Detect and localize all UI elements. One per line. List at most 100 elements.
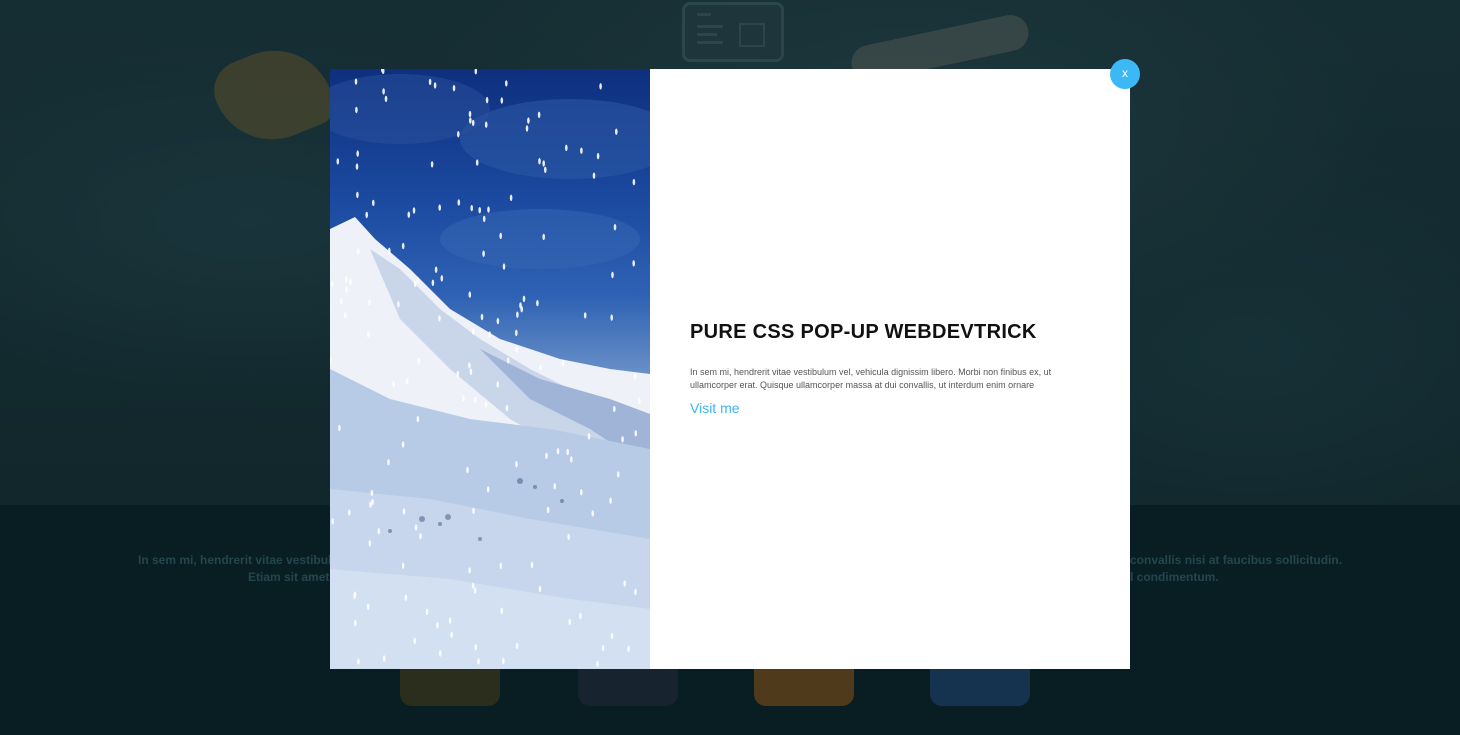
snowflake [502, 657, 505, 665]
snowflake [353, 592, 356, 600]
snowflake [592, 172, 596, 179]
snowflake [611, 271, 614, 279]
snowflake [402, 508, 406, 515]
snowflake [469, 368, 473, 375]
snowflake [519, 302, 522, 309]
snowflake [405, 377, 409, 385]
snowflake [367, 331, 370, 338]
snowflake [545, 452, 548, 459]
snowflake [499, 232, 502, 240]
snowflake [474, 69, 478, 75]
snowflake [601, 644, 605, 652]
snowflake [509, 194, 513, 201]
snowflake [613, 405, 616, 413]
snowflake [567, 533, 570, 541]
snowflake [475, 159, 479, 166]
snowflake [591, 510, 594, 517]
snowflake [580, 147, 583, 154]
snowflake [474, 644, 478, 651]
visit-me-link[interactable]: Visit me [690, 400, 740, 416]
snowflake [478, 207, 481, 214]
snowflake [570, 456, 573, 463]
snowflake [354, 619, 357, 627]
snowflake [539, 364, 542, 371]
snowflake [471, 582, 475, 589]
snowflake [414, 524, 418, 531]
snowflake [561, 360, 565, 367]
snowflake [381, 69, 385, 74]
snowflake [500, 97, 504, 104]
snowflake [538, 158, 541, 165]
snowflake [553, 483, 557, 490]
snowflake [530, 561, 534, 569]
snowflake [623, 580, 626, 587]
snowflake [354, 78, 358, 85]
snowflake [634, 588, 637, 595]
snowflake [487, 206, 490, 213]
snowflake [392, 381, 395, 388]
snowflake [356, 248, 360, 255]
snowflake [370, 489, 374, 497]
snowflake [457, 199, 461, 206]
snowflake [377, 528, 381, 535]
snowflake [499, 562, 503, 569]
snowflake [387, 459, 390, 466]
snowflake [407, 211, 411, 218]
snowflake [621, 436, 624, 443]
snowflake [368, 299, 371, 306]
snowflake [355, 106, 358, 114]
snowflake [438, 315, 441, 322]
snowflake [616, 471, 620, 478]
snowflake [357, 658, 360, 665]
snowflake [438, 204, 441, 211]
close-button[interactable]: x [1110, 59, 1140, 89]
snowflake [401, 562, 405, 569]
snowflake [634, 430, 638, 437]
snowflake [505, 404, 509, 412]
snowflake [496, 381, 499, 388]
snowflake [331, 518, 334, 525]
snowflake [413, 637, 417, 645]
snowflake [473, 587, 477, 594]
snowflake [596, 152, 600, 160]
snowflake [537, 111, 541, 118]
snowflake [469, 117, 472, 124]
snowflake [613, 224, 617, 231]
snowy-mountain-image [330, 69, 650, 669]
snowflake [632, 260, 635, 267]
snowflake [470, 204, 473, 212]
snowflake [439, 650, 442, 657]
snowflake [404, 594, 408, 601]
snowflake [382, 655, 386, 662]
popup-description: In sem mi, hendrerit vitae vestibulum ve… [690, 366, 1052, 390]
snowflake [522, 295, 526, 302]
snowflake [484, 401, 488, 408]
snowflake [371, 498, 374, 506]
snowflake [609, 497, 612, 504]
snowflake [505, 80, 508, 87]
snowflake [416, 415, 420, 423]
snowflake [472, 328, 475, 335]
snowflake [615, 128, 618, 135]
snowflake [430, 161, 434, 168]
snowflake [431, 279, 435, 286]
snowflake [372, 199, 375, 207]
snowflake [485, 96, 489, 104]
snowflake [462, 394, 465, 402]
snowflake [486, 486, 490, 493]
snowflake [542, 233, 545, 241]
snowflake [480, 313, 484, 321]
snowflake [468, 110, 472, 118]
snowflake [596, 660, 599, 668]
snowflake [468, 362, 471, 369]
snowflake [468, 291, 472, 298]
snowflake [515, 461, 518, 468]
snowflake [544, 166, 547, 173]
popup-content: PURE CSS POP-UP WEBDEVTRICK In sem mi, h… [650, 69, 1130, 669]
snowflake [344, 276, 348, 283]
snowflake [436, 622, 439, 629]
snowflake [610, 632, 614, 640]
snowflake [496, 317, 500, 325]
snowflake [450, 631, 453, 638]
snowflake [516, 311, 519, 318]
